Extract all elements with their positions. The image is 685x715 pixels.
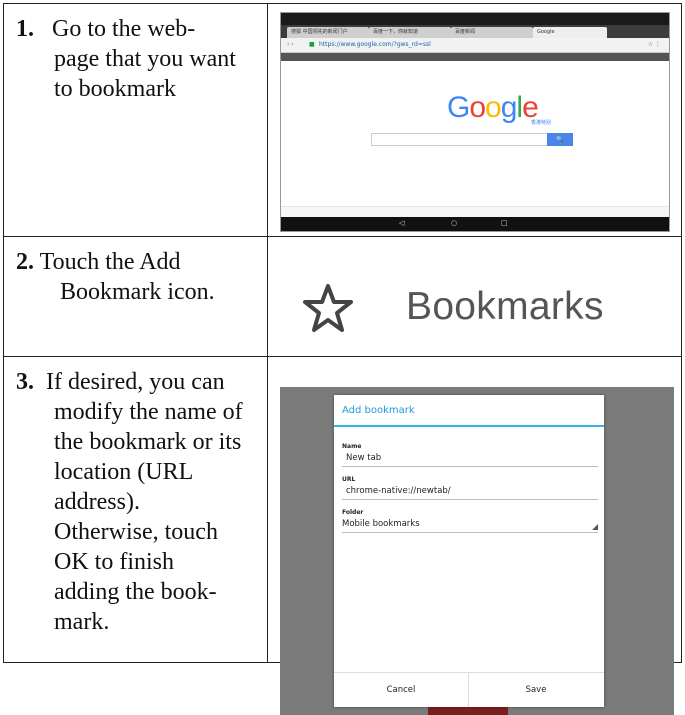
step-line: Bookmark icon. xyxy=(60,279,215,305)
browser-screenshot: 搜狐 中国领先的新闻门户 百度一下，你就知道 百度新闻 Google ‹ › ■… xyxy=(280,12,670,232)
save-button[interactable]: Save xyxy=(469,673,603,707)
step-number: 3. xyxy=(16,369,34,395)
step-number: 1. xyxy=(16,16,34,42)
step-line: address). xyxy=(54,489,140,515)
title-divider xyxy=(334,425,604,427)
google-logo: Google xyxy=(447,91,539,125)
search-input[interactable] xyxy=(371,133,549,146)
step-line: location (URL xyxy=(54,459,194,485)
logo-subtitle: 香港特别 xyxy=(531,120,552,126)
instruction-table: 1. Go to the web- page that you want to … xyxy=(3,3,682,715)
step-2-image: Bookmarks xyxy=(267,236,682,357)
step-line: Go to the web- xyxy=(52,16,196,42)
step-line: adding the book- xyxy=(54,579,217,605)
add-bookmark-dialog: Add bookmark Name New tab URL chrome-nat… xyxy=(334,395,604,707)
logo-letter: G xyxy=(447,91,470,124)
browser-tab-active[interactable]: Google xyxy=(533,27,607,38)
tab-strip: 搜狐 中国领先的新闻门户 百度一下，你就知道 百度新闻 Google xyxy=(281,25,669,38)
step-line: modify the name of xyxy=(54,399,243,425)
page-footer xyxy=(281,206,669,217)
url-text[interactable]: https://www.google.com/?gws_rd=ssl xyxy=(319,38,431,52)
step-number: 2. xyxy=(16,249,34,275)
step-3-image: Add bookmark Name New tab URL chrome-nat… xyxy=(267,356,682,715)
background-strip xyxy=(428,707,508,715)
step-3-text: 3. If desired, you can modify the name o… xyxy=(3,356,268,663)
dimmed-background: Add bookmark Name New tab URL chrome-nat… xyxy=(280,387,674,715)
folder-select[interactable]: Mobile bookmarks xyxy=(342,519,420,529)
status-bar xyxy=(281,13,669,25)
step-2-text: 2. Touch the Add Bookmark icon. xyxy=(3,236,268,357)
android-nav-bar: ◁ ○ □ xyxy=(281,217,669,231)
url-field[interactable]: chrome-native://newtab/ xyxy=(346,486,451,496)
back-nav-icon[interactable]: ◁ xyxy=(399,219,404,227)
browser-tab[interactable]: 搜狐 中国领先的新闻门户 xyxy=(287,27,369,38)
bookmark-bar xyxy=(281,53,669,61)
step-1-text: 1. Go to the web- page that you want to … xyxy=(3,3,268,237)
lock-icon: ■ xyxy=(309,41,315,48)
step-line: If desired, you can xyxy=(46,369,225,395)
name-underline xyxy=(342,466,598,467)
home-nav-icon[interactable]: ○ xyxy=(451,219,457,227)
url-underline xyxy=(342,499,598,500)
step-line: the bookmark or its xyxy=(54,429,242,455)
name-field[interactable]: New tab xyxy=(346,453,381,463)
browser-tab[interactable]: 百度一下，你就知道 xyxy=(369,27,451,38)
back-icon[interactable]: ‹ › xyxy=(287,38,294,52)
logo-letter: o xyxy=(485,91,502,124)
browser-tab[interactable]: 百度新闻 xyxy=(451,27,533,38)
folder-underline xyxy=(342,532,598,533)
menu-icon[interactable]: ☆ ⋮ xyxy=(648,38,661,52)
step-line: Otherwise, touch xyxy=(54,519,218,545)
star-icon[interactable] xyxy=(302,283,354,335)
logo-letter: g xyxy=(500,91,518,124)
address-bar[interactable]: ‹ › ■ https://www.google.com/?gws_rd=ssl… xyxy=(281,38,669,53)
step-line: mark. xyxy=(54,609,110,635)
folder-label: Folder xyxy=(342,509,364,516)
dialog-title: Add bookmark xyxy=(342,405,415,416)
step-1-image: 搜狐 中国领先的新闻门户 百度一下，你就知道 百度新闻 Google ‹ › ■… xyxy=(267,3,682,237)
cancel-button[interactable]: Cancel xyxy=(334,673,468,707)
step-line: page that you want xyxy=(54,46,236,72)
recents-nav-icon[interactable]: □ xyxy=(501,219,508,227)
logo-letter: o xyxy=(469,91,486,124)
step-line: Touch the Add xyxy=(39,249,181,275)
dropdown-corner-icon[interactable] xyxy=(592,524,598,530)
bookmarks-label: Bookmarks xyxy=(406,285,604,328)
dialog-button-bar: Cancel Save xyxy=(334,672,604,707)
bookmarks-menu-item[interactable]: Bookmarks xyxy=(302,279,642,339)
step-line: to bookmark xyxy=(54,76,176,102)
search-button[interactable]: 🔍 xyxy=(547,133,573,146)
step-line: OK to finish xyxy=(54,549,174,575)
url-label: URL xyxy=(342,476,356,483)
name-label: Name xyxy=(342,443,362,450)
